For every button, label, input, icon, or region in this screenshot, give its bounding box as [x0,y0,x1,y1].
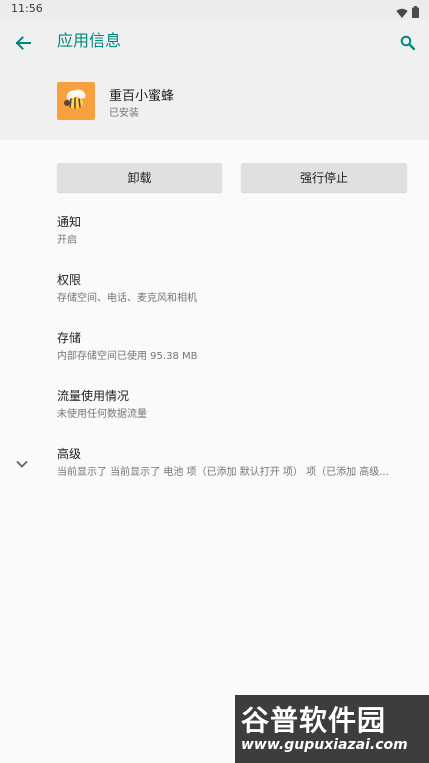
app-install-status: 已安装 [109,108,139,119]
back-button[interactable] [12,32,34,54]
force-stop-button[interactable]: 强行停止 [241,163,407,192]
bee-icon [64,89,86,109]
setting-storage[interactable]: 存储 内部存储空间已使用 95.38 MB [57,330,417,364]
setting-summary: 开启 [57,235,77,246]
setting-summary: 存储空间、电话、麦克风和相机 [57,293,197,304]
setting-advanced[interactable]: 高级 当前显示了 当前显示了 电池 项（已添加 默认打开 项） 项（已添加 高级… [57,446,417,480]
watermark: 谷普软件园 www.gupuxiazai.com [235,695,429,763]
setting-data-usage[interactable]: 流量使用情况 未使用任何数据流量 [57,388,417,422]
uninstall-button[interactable]: 卸载 [57,163,222,192]
setting-title: 通知 [57,215,82,229]
arrow-left-icon [15,36,31,50]
app-icon [57,82,95,120]
setting-title: 高级 [57,447,82,461]
page-title: 应用信息 [57,31,122,50]
app-header: 应用信息 重百小蜜蜂 已安装 [0,20,429,140]
watermark-title: 谷普软件园 [241,704,387,737]
setting-title: 流量使用情况 [57,389,130,403]
search-button[interactable] [397,32,417,52]
status-time: 11:56 [11,2,43,15]
setting-title: 存储 [57,331,82,345]
setting-notifications[interactable]: 通知 开启 [57,214,417,248]
setting-summary: 未使用任何数据流量 [57,409,147,420]
status-bar: 11:56 [0,0,429,20]
watermark-url: www.gupuxiazai.com [241,737,408,753]
setting-summary: 当前显示了 当前显示了 电池 项（已添加 默认打开 项） 项（已添加 高级... [57,467,389,478]
setting-title: 权限 [57,273,82,287]
setting-permissions[interactable]: 权限 存储空间、电话、麦克风和相机 [57,272,417,306]
app-name: 重百小蜜蜂 [109,89,175,104]
chevron-down-icon[interactable] [15,455,29,468]
setting-summary: 内部存储空间已使用 95.38 MB [57,351,198,362]
search-icon [400,35,415,50]
